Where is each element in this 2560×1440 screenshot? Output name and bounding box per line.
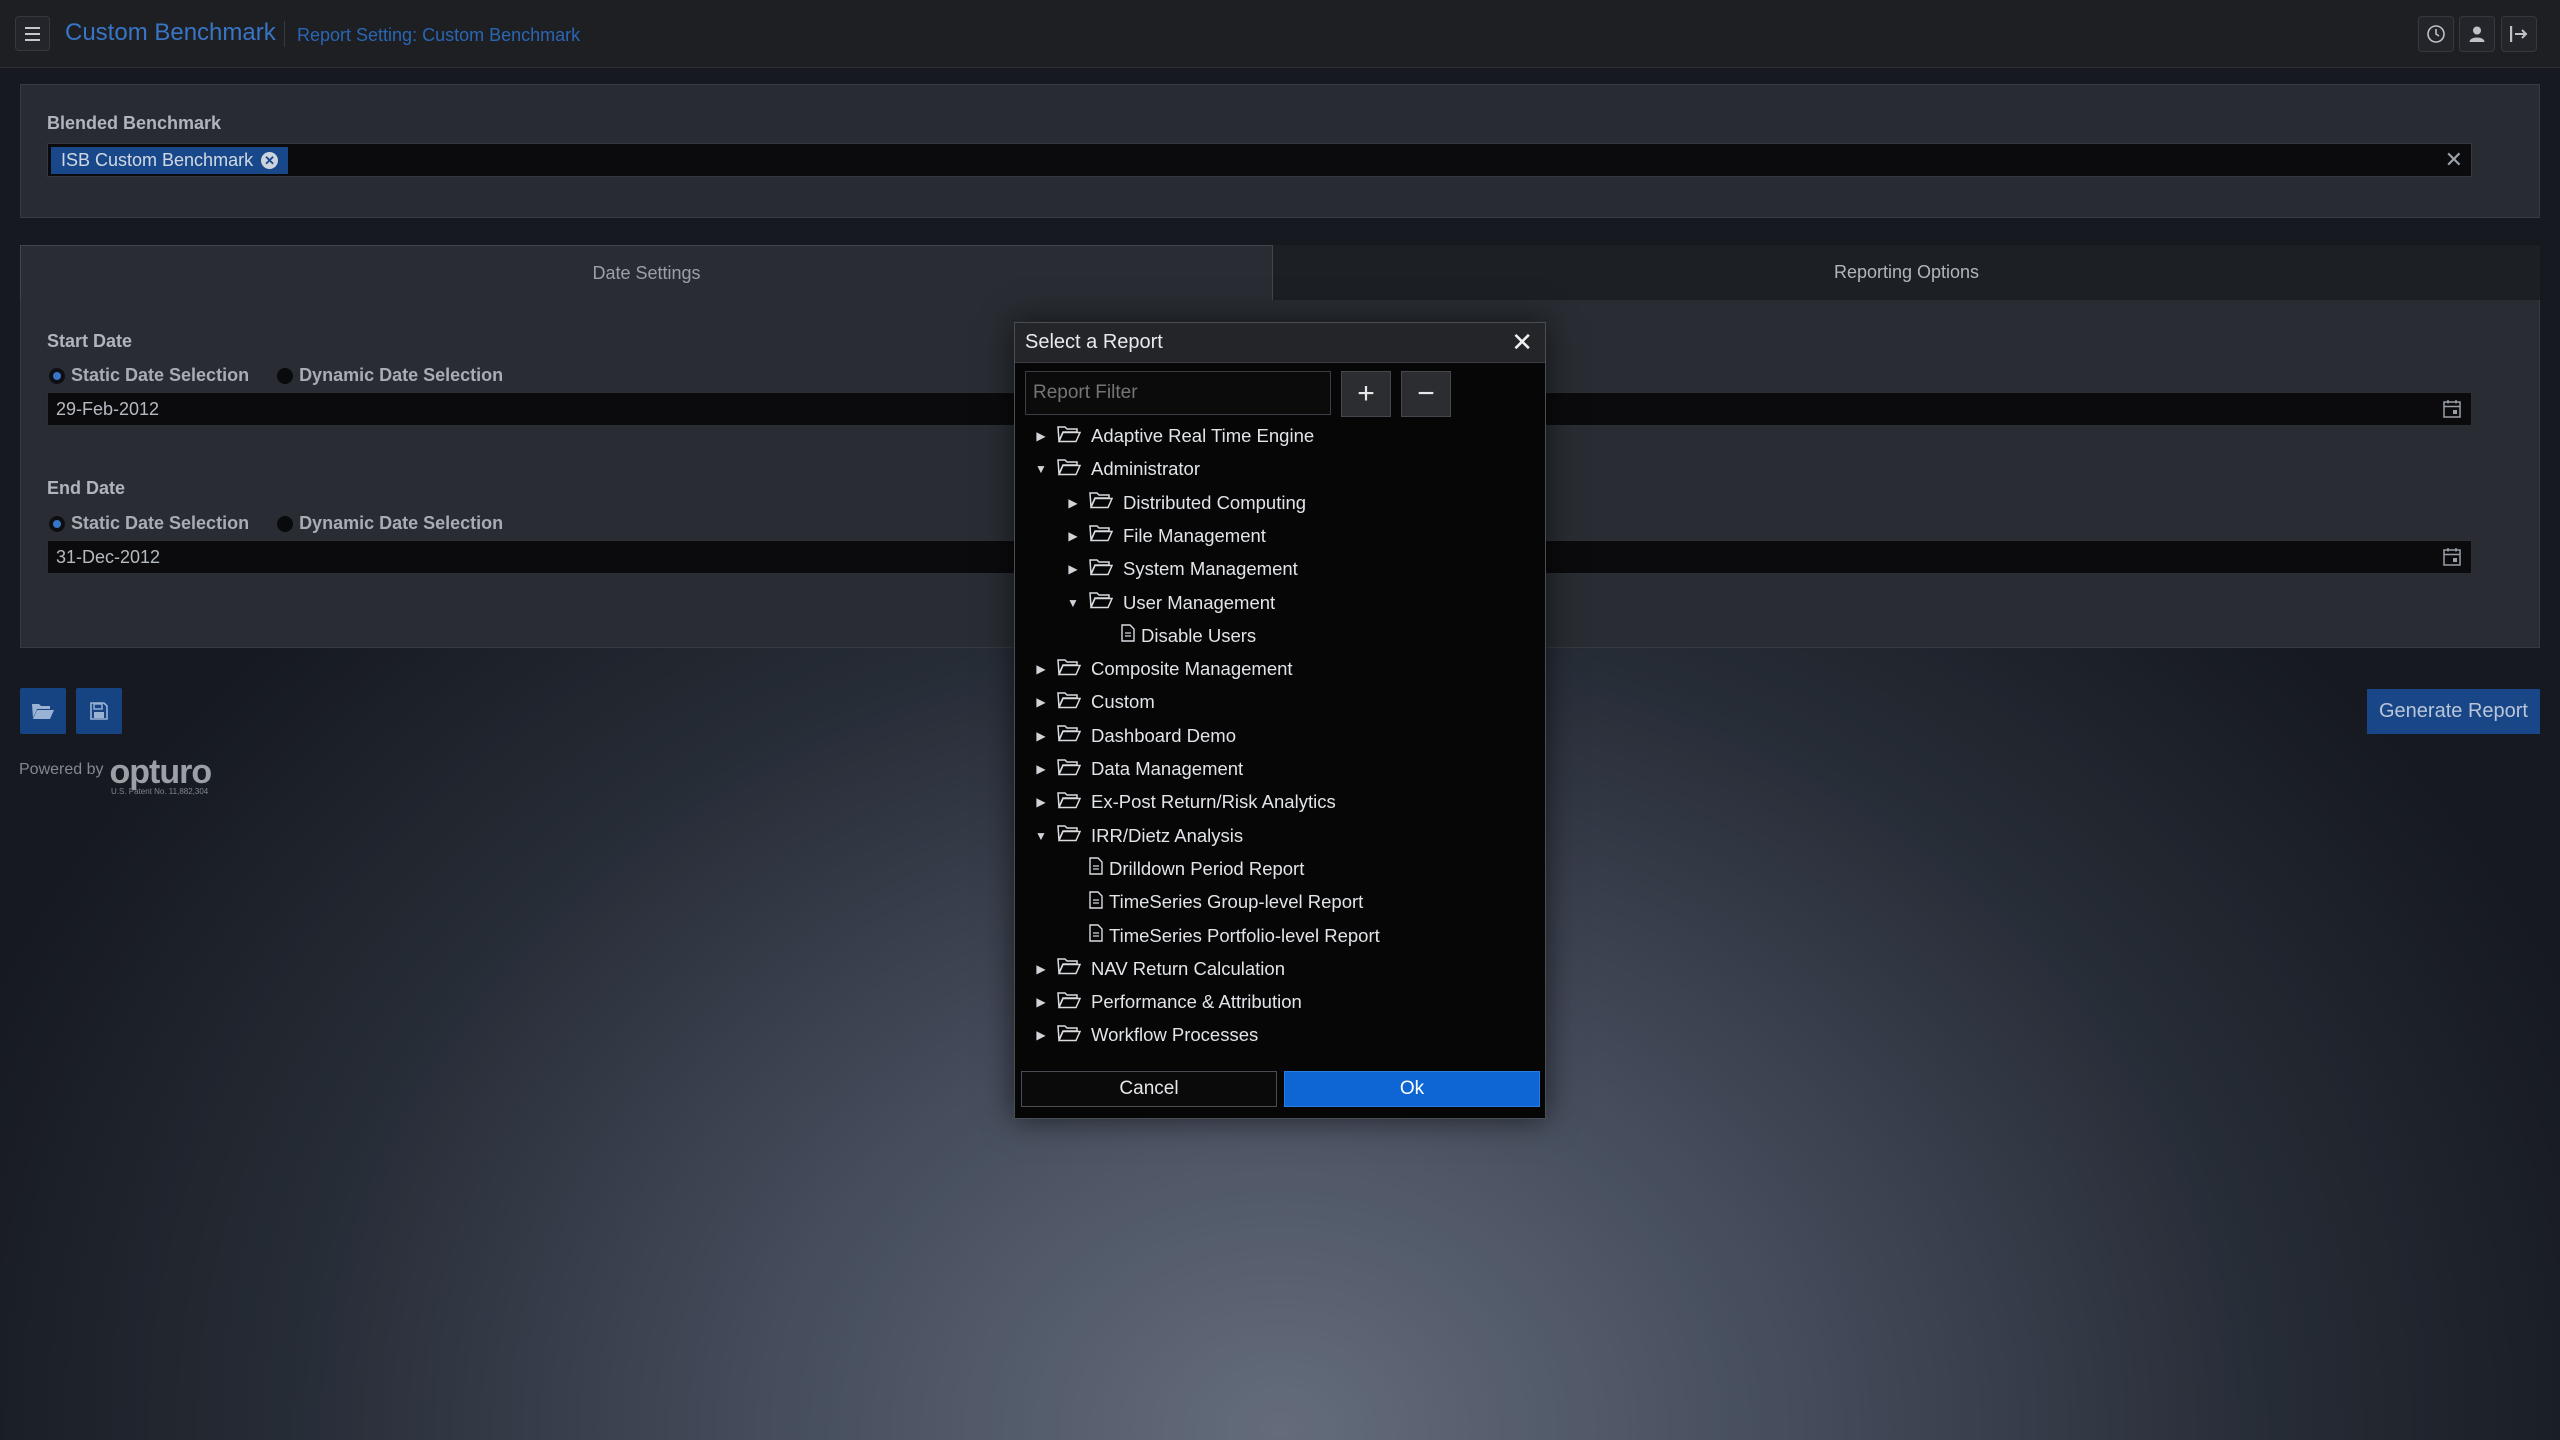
caret-right-icon[interactable]: ▶ — [1033, 762, 1049, 776]
tree-item[interactable]: ▶ Workflow Processes — [1033, 1020, 1258, 1050]
tree-item[interactable]: ▼ IRR/Dietz Analysis — [1033, 821, 1243, 851]
folder-icon — [1057, 758, 1091, 781]
tree-item-label: TimeSeries Portfolio-level Report — [1109, 924, 1380, 946]
tree-item-label: Data Management — [1091, 758, 1244, 779]
report-file-icon — [1089, 857, 1109, 880]
tree-item-label: Workflow Processes — [1091, 1024, 1259, 1046]
tree-item-label: Ex-Post Return/Risk Analytics — [1091, 791, 1336, 813]
expand-all-button[interactable]: + — [1341, 371, 1391, 417]
folder-icon — [1057, 458, 1091, 481]
tree-item[interactable]: ▶ Dashboard Demo — [1033, 721, 1236, 751]
tree-item-label: Adaptive Real Time Engine — [1091, 425, 1315, 446]
dialog-title: Select a Report — [1025, 331, 1163, 353]
ok-button[interactable]: Ok — [1284, 1071, 1540, 1107]
folder-icon — [1057, 957, 1091, 980]
tree-item-label: System Management — [1123, 558, 1298, 580]
tree-item[interactable]: ▶ Distributed Computing — [1065, 488, 1306, 518]
tree-item-label: Distributed Computing — [1123, 491, 1307, 513]
caret-down-icon[interactable]: ▼ — [1065, 596, 1081, 610]
close-icon[interactable]: ✕ — [1511, 329, 1533, 355]
select-report-dialog: Select a Report ✕ + − ▶ Adaptive Real Tim… — [1014, 322, 1546, 1119]
folder-icon — [1057, 791, 1091, 814]
caret-right-icon[interactable]: ▶ — [1033, 695, 1049, 709]
tree-item[interactable]: ▶ Performance & Attribution — [1033, 987, 1302, 1017]
tree-item[interactable]: Drilldown Period Report — [1065, 854, 1304, 884]
tree-item[interactable]: ▼ User Management — [1065, 588, 1275, 618]
dialog-footer: Cancel Ok — [1015, 1071, 1545, 1119]
tree-item[interactable]: ▶ Composite Management — [1033, 654, 1293, 684]
folder-icon — [1089, 591, 1123, 614]
folder-icon — [1089, 491, 1123, 514]
tree-item-label: Custom — [1091, 691, 1155, 713]
caret-right-icon[interactable]: ▶ — [1033, 962, 1049, 976]
report-filter-input[interactable] — [1025, 371, 1331, 415]
report-file-icon — [1121, 624, 1141, 647]
caret-down-icon[interactable]: ▼ — [1033, 829, 1049, 843]
tree-item-label: Disable Users — [1141, 624, 1257, 646]
tree-item-label: Drilldown Period Report — [1109, 857, 1305, 879]
tree-item-label: Dashboard Demo — [1091, 724, 1236, 746]
tree-item-label: File Management — [1123, 524, 1266, 546]
folder-icon — [1089, 524, 1123, 547]
caret-right-icon[interactable]: ▶ — [1065, 496, 1081, 510]
caret-right-icon[interactable]: ▶ — [1033, 1028, 1049, 1042]
caret-right-icon[interactable]: ▶ — [1033, 995, 1049, 1009]
tree-item-label: TimeSeries Group-level Report — [1109, 891, 1364, 913]
folder-icon — [1057, 691, 1091, 714]
cancel-button[interactable]: Cancel — [1021, 1071, 1277, 1107]
tree-item[interactable]: ▶ Ex-Post Return/Risk Analytics — [1033, 787, 1336, 817]
tree-item[interactable]: TimeSeries Group-level Report — [1065, 887, 1363, 917]
tree-item[interactable]: ▶ Data Management — [1033, 754, 1243, 784]
folder-icon — [1057, 724, 1091, 747]
tree-item-label: User Management — [1123, 591, 1276, 613]
folder-icon — [1057, 991, 1091, 1014]
folder-icon — [1089, 558, 1123, 581]
dialog-header: Select a Report ✕ — [1015, 323, 1545, 363]
caret-down-icon[interactable]: ▼ — [1033, 462, 1049, 476]
caret-right-icon[interactable]: ▶ — [1033, 662, 1049, 676]
folder-icon — [1057, 658, 1091, 681]
tree-item-label: Composite Management — [1091, 658, 1293, 680]
filter-row: + − — [1025, 371, 1451, 417]
tree-item[interactable]: ▶ NAV Return Calculation — [1033, 954, 1285, 984]
caret-right-icon[interactable]: ▶ — [1033, 795, 1049, 809]
tree-item[interactable]: Disable Users — [1097, 621, 1256, 651]
tree-item-label: Administrator — [1091, 458, 1200, 480]
caret-right-icon[interactable]: ▶ — [1065, 562, 1081, 576]
caret-right-icon[interactable]: ▶ — [1065, 529, 1081, 543]
tree-item[interactable]: ▶ Adaptive Real Time Engine — [1033, 421, 1314, 451]
tree-item[interactable]: ▶ System Management — [1065, 554, 1298, 584]
report-file-icon — [1089, 890, 1109, 914]
folder-icon — [1057, 1024, 1091, 1047]
caret-right-icon[interactable]: ▶ — [1033, 729, 1049, 743]
folder-icon — [1057, 824, 1091, 847]
tree-item-label: NAV Return Calculation — [1091, 957, 1285, 979]
tree-item[interactable]: ▶ File Management — [1065, 521, 1266, 551]
tree-item[interactable]: TimeSeries Portfolio-level Report — [1065, 921, 1380, 951]
caret-right-icon[interactable]: ▶ — [1033, 429, 1049, 443]
tree-item[interactable]: ▶ Custom — [1033, 687, 1155, 717]
folder-icon — [1057, 425, 1091, 448]
collapse-all-button[interactable]: − — [1401, 371, 1451, 417]
tree-item-label: Performance & Attribution — [1091, 991, 1302, 1013]
tree-item[interactable]: ▼ Administrator — [1033, 454, 1200, 484]
report-file-icon — [1089, 924, 1109, 947]
tree-item-label: IRR/Dietz Analysis — [1091, 824, 1244, 846]
